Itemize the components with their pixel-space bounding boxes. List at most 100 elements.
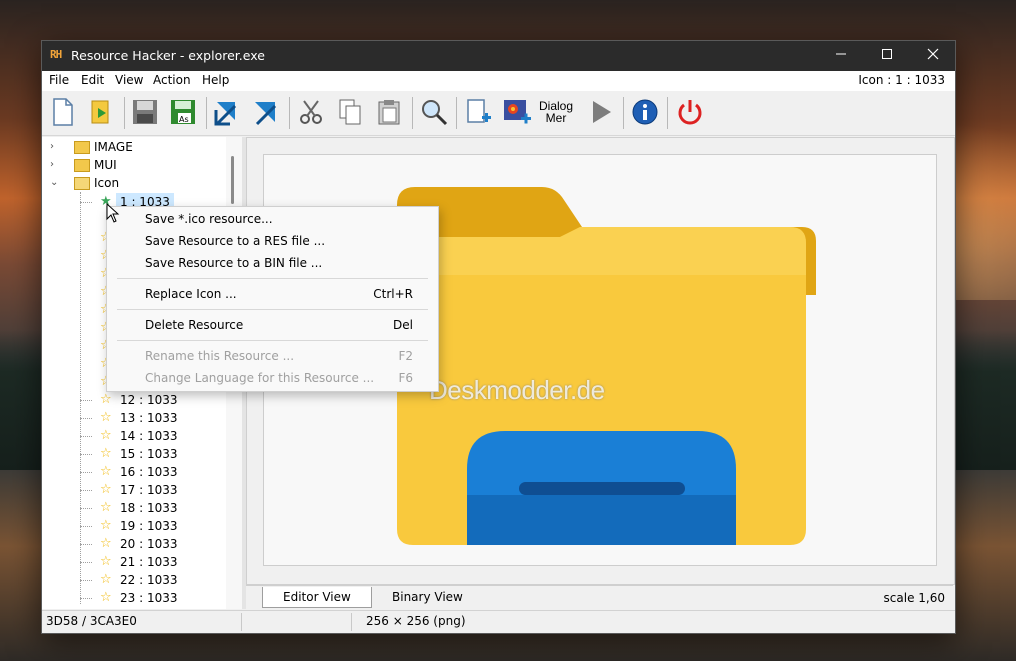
star-icon: ☆ bbox=[100, 590, 112, 605]
close-button[interactable] bbox=[910, 41, 956, 71]
star-icon: ☆ bbox=[100, 572, 112, 587]
menu-item-label: Rename this Resource ... bbox=[145, 349, 295, 363]
menu-delete-resource[interactable]: Delete Resource Del bbox=[107, 314, 438, 336]
tree-connector bbox=[80, 544, 92, 545]
power-icon[interactable] bbox=[674, 96, 706, 128]
star-icon: ☆ bbox=[100, 392, 112, 407]
tab-binary-view[interactable]: Binary View bbox=[372, 587, 483, 607]
chevron-down-icon[interactable]: ⌄ bbox=[50, 174, 60, 192]
tree-item[interactable]: ☆ 22 : 1033 bbox=[80, 571, 230, 589]
tree-item[interactable]: ☆ 20 : 1033 bbox=[80, 535, 230, 553]
tree-connector bbox=[80, 526, 92, 527]
toolbar-separator bbox=[623, 97, 624, 129]
tree-connector bbox=[80, 508, 92, 509]
save-as-icon[interactable]: As bbox=[167, 96, 199, 128]
star-icon: ☆ bbox=[100, 482, 112, 497]
save-icon[interactable] bbox=[129, 96, 161, 128]
tree-node-label: MUI bbox=[94, 158, 117, 172]
open-file-icon[interactable] bbox=[86, 96, 118, 128]
menu-view[interactable]: View bbox=[115, 73, 143, 87]
tree-connector bbox=[80, 562, 92, 563]
dialog-merger-label: Mer bbox=[545, 111, 567, 125]
run-icon[interactable] bbox=[585, 96, 617, 128]
tree-scrollbar-thumb[interactable] bbox=[231, 156, 234, 204]
tree-node-image[interactable]: › IMAGE bbox=[50, 138, 230, 156]
tree-item-label: 13 : 1033 bbox=[120, 411, 178, 425]
tree-item[interactable]: ☆ 17 : 1033 bbox=[80, 481, 230, 499]
folder-icon bbox=[74, 159, 90, 172]
tree-item-label: 18 : 1033 bbox=[120, 501, 178, 515]
resource-path-info: Icon : 1 : 1033 bbox=[858, 73, 945, 87]
title-bar: RH Resource Hacker - explorer.exe bbox=[42, 41, 955, 71]
tree-item[interactable]: ☆ 16 : 1033 bbox=[80, 463, 230, 481]
tree-connector bbox=[80, 454, 92, 455]
minimize-button[interactable] bbox=[818, 41, 864, 71]
copy-icon[interactable] bbox=[334, 96, 366, 128]
add-resource-icon[interactable] bbox=[463, 96, 495, 128]
tree-node-icon[interactable]: ⌄ Icon bbox=[50, 174, 230, 192]
cut-icon[interactable] bbox=[296, 96, 328, 128]
status-divider bbox=[351, 613, 352, 631]
star-icon: ☆ bbox=[100, 518, 112, 533]
toolbar-separator bbox=[206, 97, 207, 129]
tree-item[interactable]: ☆ 15 : 1033 bbox=[80, 445, 230, 463]
tree-item[interactable]: ☆ 18 : 1033 bbox=[80, 499, 230, 517]
tree-item-label: 23 : 1033 bbox=[120, 591, 178, 605]
tree-item[interactable]: ☆ 12 : 1033 bbox=[80, 391, 230, 409]
tree-item-label: 12 : 1033 bbox=[120, 393, 178, 407]
menu-help[interactable]: Help bbox=[202, 73, 229, 87]
tree-item[interactable]: ☆ 23 : 1033 bbox=[80, 589, 230, 607]
tree-node-label: Icon bbox=[94, 176, 120, 190]
menu-separator bbox=[117, 340, 428, 341]
chevron-right-icon[interactable]: › bbox=[50, 138, 60, 156]
tree-connector bbox=[80, 202, 92, 203]
tree-item-label: 19 : 1033 bbox=[120, 519, 178, 533]
status-divider bbox=[241, 613, 242, 631]
paste-icon[interactable] bbox=[373, 96, 405, 128]
menu-item-shortcut: F6 bbox=[398, 371, 413, 385]
menu-edit[interactable]: Edit bbox=[81, 73, 104, 87]
menu-item-label: Save *.ico resource... bbox=[145, 212, 273, 226]
menu-save-res[interactable]: Save Resource to a RES file ... bbox=[107, 230, 438, 252]
new-file-icon[interactable] bbox=[47, 96, 79, 128]
toolbar-separator bbox=[456, 97, 457, 129]
menu-item-label: Save Resource to a RES file ... bbox=[145, 234, 326, 248]
tree-item[interactable]: ☆ 19 : 1033 bbox=[80, 517, 230, 535]
compile-icon[interactable] bbox=[211, 96, 243, 128]
star-icon: ☆ bbox=[100, 554, 112, 569]
menu-replace-icon[interactable]: Replace Icon ... Ctrl+R bbox=[107, 283, 438, 305]
menu-save-ico[interactable]: Save *.ico resource... bbox=[107, 208, 438, 230]
tree-item[interactable]: ☆ 21 : 1033 bbox=[80, 553, 230, 571]
menu-item-shortcut: Del bbox=[393, 318, 413, 332]
tree-item-label: 16 : 1033 bbox=[120, 465, 178, 479]
toolbar: As Dialog Mer bbox=[42, 91, 955, 136]
open-folder-icon bbox=[74, 177, 90, 190]
menu-file[interactable]: File bbox=[49, 73, 69, 87]
dialog-merger-icon[interactable]: Dialog Mer bbox=[538, 96, 574, 128]
close-icon bbox=[927, 48, 939, 60]
app-logo-icon: RH bbox=[50, 48, 62, 61]
chevron-right-icon[interactable]: › bbox=[50, 156, 60, 174]
menu-separator bbox=[117, 309, 428, 310]
status-bar: 3D58 / 3CA3E0 256 × 256 (png) bbox=[42, 610, 955, 633]
menu-action[interactable]: Action bbox=[153, 73, 191, 87]
info-icon[interactable] bbox=[629, 96, 661, 128]
tab-editor-view[interactable]: Editor View bbox=[262, 587, 372, 608]
find-icon[interactable] bbox=[418, 96, 450, 128]
menu-separator bbox=[117, 278, 428, 279]
tree-item[interactable]: ☆ 14 : 1033 bbox=[80, 427, 230, 445]
minimize-icon bbox=[836, 53, 846, 55]
tree-connector bbox=[80, 580, 92, 581]
maximize-button[interactable] bbox=[864, 41, 910, 71]
tree-item-label: 14 : 1033 bbox=[120, 429, 178, 443]
tree-item-label: 15 : 1033 bbox=[120, 447, 178, 461]
tree-item[interactable]: ☆ 13 : 1033 bbox=[80, 409, 230, 427]
tree-node-mui[interactable]: › MUI bbox=[50, 156, 230, 174]
menu-item-label: Save Resource to a BIN file ... bbox=[145, 256, 323, 270]
export-icon[interactable] bbox=[249, 96, 281, 128]
add-image-icon[interactable] bbox=[501, 96, 533, 128]
watermark-text: Deskmodder.de bbox=[429, 375, 605, 405]
menu-save-bin[interactable]: Save Resource to a BIN file ... bbox=[107, 252, 438, 274]
view-tabs: Editor View Binary View scale 1,60 bbox=[246, 585, 953, 610]
tree-connector bbox=[80, 418, 92, 419]
